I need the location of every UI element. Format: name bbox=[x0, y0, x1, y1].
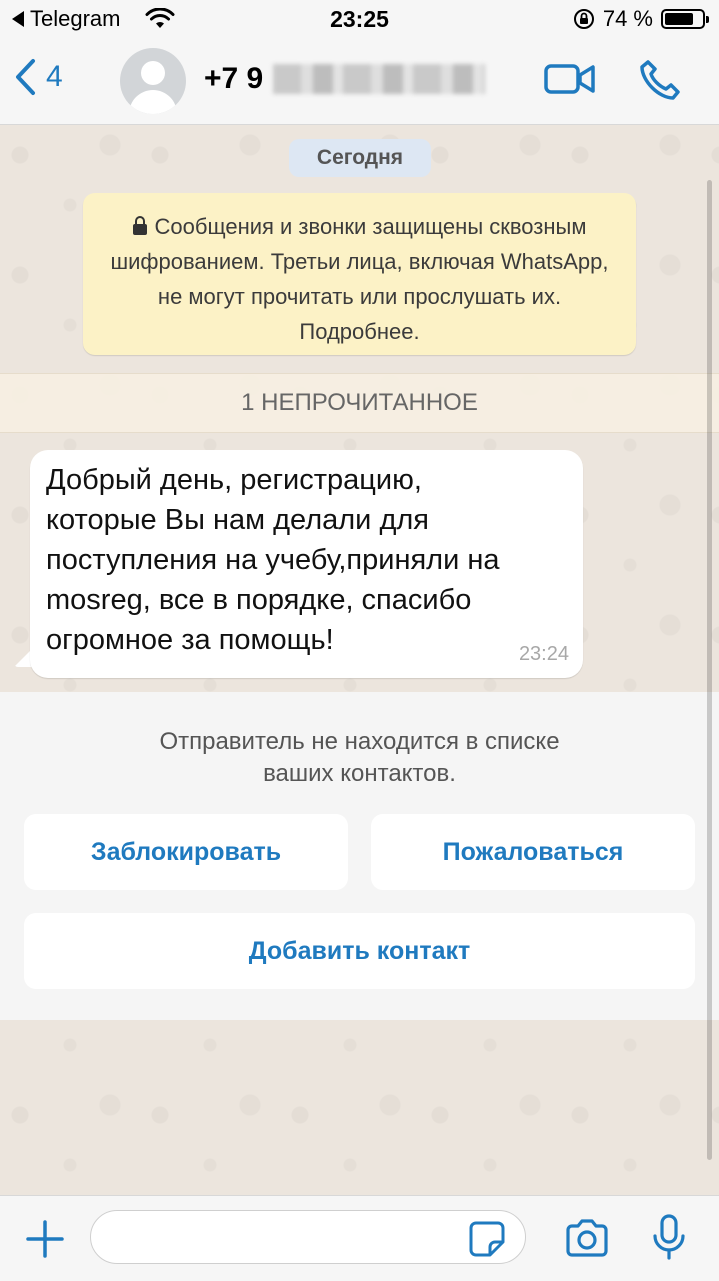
message-text: Добрый день, регистрацию, которые Вы нам… bbox=[46, 464, 500, 656]
avatar[interactable] bbox=[120, 48, 186, 114]
contact-name-text: +7 9 bbox=[204, 62, 264, 95]
incoming-message[interactable]: Добрый день, регистрацию, которые Вы нам… bbox=[30, 450, 583, 678]
unread-separator: 1 НЕПРОЧИТАННОЕ bbox=[0, 373, 719, 433]
message-time: 23:24 bbox=[518, 643, 569, 665]
camera-icon[interactable] bbox=[564, 1218, 610, 1258]
chevron-left-icon bbox=[16, 59, 35, 95]
plus-icon[interactable] bbox=[24, 1218, 66, 1260]
add-contact-button[interactable]: Добавить контакт bbox=[24, 913, 695, 989]
encryption-text: Сообщения и звонки защищены сквозным шиф… bbox=[110, 214, 609, 344]
chat-header: 4 +7 9 bbox=[0, 40, 719, 125]
contact-name[interactable]: +7 9 bbox=[204, 62, 486, 96]
report-button[interactable]: Пожаловаться bbox=[371, 814, 695, 890]
sticker-icon[interactable] bbox=[468, 1220, 506, 1258]
battery-percent: 74 % bbox=[602, 6, 653, 31]
redacted-number bbox=[273, 64, 486, 94]
message-input[interactable] bbox=[90, 1210, 526, 1264]
lock-icon bbox=[132, 216, 147, 235]
input-bar bbox=[0, 1195, 719, 1281]
video-call-icon[interactable] bbox=[544, 60, 596, 98]
status-right: 74 % bbox=[573, 6, 709, 32]
chat-area[interactable]: Сегодня Сообщения и звонки защищены скво… bbox=[0, 125, 719, 1195]
unknown-sender-panel: Отправитель не находится в списке ваших … bbox=[0, 692, 719, 1020]
battery-icon bbox=[661, 9, 709, 29]
encryption-notice[interactable]: Сообщения и звонки защищены сквозным шиф… bbox=[83, 193, 636, 355]
scrollbar[interactable] bbox=[707, 180, 712, 1160]
unread-chats-count: 4 bbox=[46, 60, 63, 93]
unknown-sender-note: Отправитель не находится в списке ваших … bbox=[159, 728, 560, 787]
phone-call-icon[interactable] bbox=[638, 58, 682, 102]
status-bar: Telegram 23:25 74 % bbox=[0, 0, 719, 40]
back-button[interactable]: 4 bbox=[14, 58, 63, 96]
orientation-lock-icon bbox=[573, 9, 594, 29]
date-separator: Сегодня bbox=[289, 139, 431, 177]
microphone-icon[interactable] bbox=[652, 1214, 686, 1262]
block-button[interactable]: Заблокировать bbox=[24, 814, 348, 890]
